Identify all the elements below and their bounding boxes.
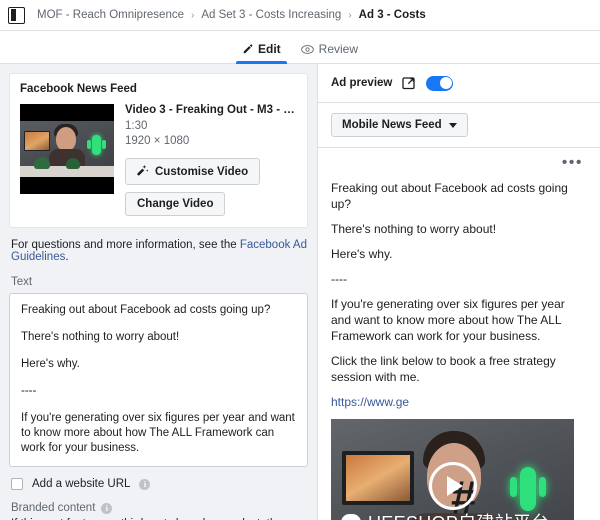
add-website-url-checkbox[interactable] xyxy=(11,478,23,490)
post-text: Freaking out about Facebook ad costs goi… xyxy=(331,180,587,410)
chevron-down-icon xyxy=(448,122,457,128)
branded-content-title: Branded content xyxy=(11,502,96,514)
video-player[interactable]: # UEESHOP自建站平台 xyxy=(331,419,574,520)
add-website-url-label: Add a website URL xyxy=(32,478,131,490)
ad-text-line: ---- xyxy=(21,385,37,397)
thumbnail-frame xyxy=(20,121,114,177)
ad-text-line: Here's why. xyxy=(21,358,80,370)
add-website-url-row[interactable]: Add a website URL i xyxy=(11,478,308,490)
post-text-line: If you're generating over six figures pe… xyxy=(331,297,565,343)
change-video-button[interactable]: Change Video xyxy=(125,192,226,216)
video-thumbnail[interactable] xyxy=(20,104,114,194)
placement-select[interactable]: Mobile News Feed xyxy=(331,113,468,137)
toggle-knob xyxy=(439,77,452,89)
breadcrumb-item-campaign[interactable]: MOF - Reach Omnipresence xyxy=(37,9,184,21)
video-cactus-light xyxy=(510,467,546,511)
video-title: Video 3 - Freaking Out - M3 - Sire... xyxy=(125,104,297,116)
ad-text-line: Freaking out about Facebook ad costs goi… xyxy=(21,304,271,316)
ad-post-preview: ••• Freaking out about Facebook ad costs… xyxy=(318,148,600,410)
customise-video-button[interactable]: Customise Video xyxy=(125,158,261,185)
preview-header: Ad preview xyxy=(318,64,600,103)
media-info: Video 3 - Freaking Out - M3 - Sire... 1:… xyxy=(125,104,297,216)
ad-text-input[interactable]: Freaking out about Facebook ad costs goi… xyxy=(9,293,308,467)
panel-toggle-icon[interactable] xyxy=(8,6,25,24)
play-button-icon[interactable] xyxy=(428,461,477,510)
watermark-text: UEESHOP自建站平台 xyxy=(368,509,550,520)
customise-video-wrap: Customise Video xyxy=(125,158,297,185)
wechat-icon xyxy=(341,513,361,520)
post-text-line: ---- xyxy=(331,272,347,286)
video-monitor xyxy=(342,451,414,505)
breadcrumb-separator-icon: › xyxy=(348,9,352,21)
change-video-wrap: Change Video xyxy=(125,192,297,216)
content-split: Facebook News Feed Video 3 - Freaking Ou… xyxy=(0,64,600,520)
media-row: Video 3 - Freaking Out - M3 - Sire... 1:… xyxy=(20,104,297,216)
breadcrumb: MOF - Reach Omnipresence › Ad Set 3 - Co… xyxy=(37,9,426,21)
magic-wand-icon xyxy=(137,164,149,179)
thumbnail-head xyxy=(56,127,76,151)
tab-review-label: Review xyxy=(318,42,359,56)
text-field-label: Text xyxy=(11,276,33,288)
top-bar: MOF - Reach Omnipresence › Ad Set 3 - Co… xyxy=(0,0,600,31)
guidelines-note-suffix: . xyxy=(65,251,69,263)
preview-title: Ad preview xyxy=(331,77,393,89)
post-text-line: There's nothing to worry about! xyxy=(331,222,497,236)
guidelines-note-prefix: For questions and more information, see … xyxy=(11,239,240,251)
video-duration: 1:30 xyxy=(125,120,148,132)
preview-panel: Ad preview Mobile News Feed ••• Freaking… xyxy=(318,64,600,520)
news-feed-card: Facebook News Feed Video 3 - Freaking Ou… xyxy=(9,73,308,228)
play-triangle xyxy=(447,475,463,496)
post-link[interactable]: https://www.ge xyxy=(331,394,587,410)
thumbnail-plant-secondary xyxy=(66,158,80,169)
tab-bar: Edit Review xyxy=(0,31,600,64)
breadcrumb-item-adset[interactable]: Ad Set 3 - Costs Increasing xyxy=(201,9,341,21)
eye-icon xyxy=(300,44,314,55)
edit-panel: Facebook News Feed Video 3 - Freaking Ou… xyxy=(0,64,318,520)
post-text-line: Freaking out about Facebook ad costs goi… xyxy=(331,181,568,211)
ad-text-line: If you're generating over six figures pe… xyxy=(21,412,295,454)
external-link-icon[interactable] xyxy=(401,75,417,91)
post-text-line: Click the link below to book a free stra… xyxy=(331,354,556,384)
post-text-line: Here's why. xyxy=(331,247,393,261)
thumbnail-cactus-light xyxy=(87,135,106,155)
tab-review[interactable]: Review xyxy=(291,42,368,63)
placement-select-label: Mobile News Feed xyxy=(342,119,442,131)
ad-text-line: There's nothing to worry about! xyxy=(21,331,180,343)
info-icon[interactable]: i xyxy=(139,478,151,490)
breadcrumb-item-ad[interactable]: Ad 3 - Costs xyxy=(359,9,426,21)
card-title: Facebook News Feed xyxy=(20,83,137,95)
branded-content-title-row: Branded content i xyxy=(11,502,308,514)
info-icon[interactable]: i xyxy=(101,502,113,514)
watermark: UEESHOP自建站平台 xyxy=(341,509,550,520)
placement-row: Mobile News Feed xyxy=(318,103,600,148)
preview-toggle[interactable] xyxy=(426,75,454,91)
customise-video-label: Customise Video xyxy=(155,165,249,178)
tab-edit[interactable]: Edit xyxy=(232,42,291,64)
video-resolution: 1920 × 1080 xyxy=(125,135,190,147)
more-options-icon[interactable]: ••• xyxy=(562,155,583,171)
change-video-label: Change Video xyxy=(137,198,214,210)
guidelines-note: For questions and more information, see … xyxy=(11,239,308,263)
thumbnail-plant xyxy=(34,157,50,169)
thumbnail-monitor xyxy=(24,131,50,151)
pencil-icon xyxy=(242,43,253,55)
tab-edit-label: Edit xyxy=(257,42,281,56)
breadcrumb-separator-icon: › xyxy=(191,9,195,21)
